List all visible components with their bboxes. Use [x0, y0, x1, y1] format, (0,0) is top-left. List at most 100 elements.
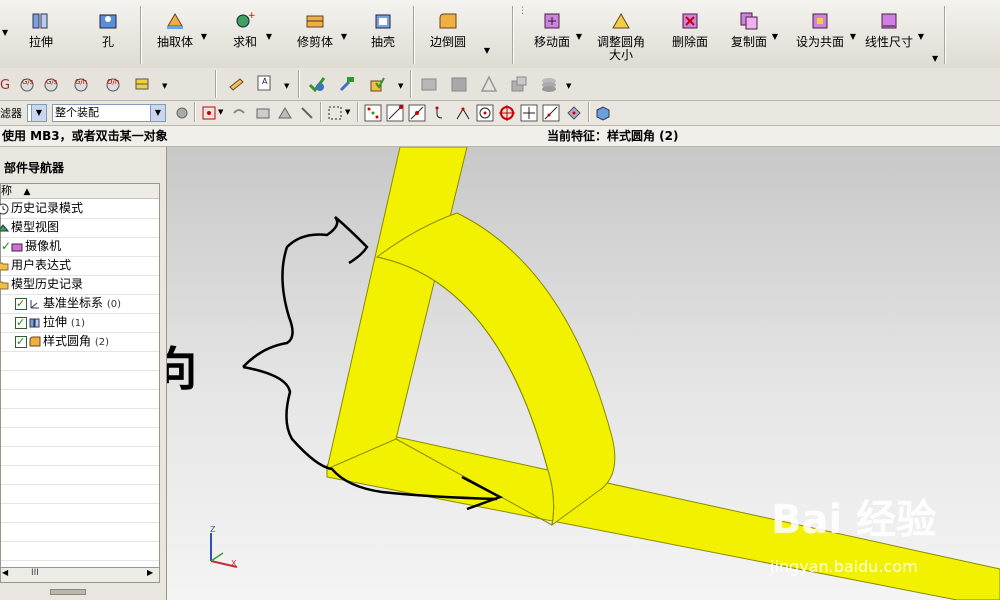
resize-handle[interactable] [50, 589, 86, 595]
visibility-checkbox[interactable] [15, 313, 27, 332]
svg-text:A: A [262, 77, 268, 86]
dropdown-arrow-icon[interactable]: ▼ [576, 32, 582, 41]
dropdown-arrow-icon[interactable]: ▼ [284, 82, 289, 90]
selection-box-icon[interactable] [326, 104, 344, 122]
select-body-icon[interactable] [254, 104, 272, 122]
snap-arc-center-icon[interactable] [476, 104, 494, 122]
dropdown-arrow-icon[interactable]: ▼ [201, 32, 207, 41]
watermark-url: jingyan.baidu.com [770, 557, 918, 576]
delete-face-button[interactable]: 删除面 [671, 6, 709, 64]
undo-selection-icon[interactable] [230, 104, 248, 122]
analysis-icon[interactable] [134, 75, 152, 93]
dropdown-arrow-icon[interactable]: ▼ [341, 32, 347, 41]
snap-point-on-face-icon[interactable] [565, 104, 583, 122]
scroll-right-icon[interactable]: ▶ [147, 568, 153, 577]
dropdown-arrow-icon[interactable]: ▼ [918, 32, 924, 41]
visibility-checkbox[interactable] [15, 332, 27, 351]
chevron-down-icon[interactable]: ▼ [2, 28, 8, 37]
datum-icon[interactable]: G [0, 75, 18, 93]
dropdown-arrow-icon[interactable]: ▼ [484, 46, 490, 55]
graphics-viewport[interactable]: 已经反向 Z X Bai 经验 jingyan.baidu.com [167, 147, 1000, 600]
dropdown-arrow-icon[interactable]: ▼ [398, 82, 403, 90]
g3-continuity-icon[interactable]: O/h [104, 75, 122, 93]
tree-item-model-history[interactable]: 模型历史记录 [0, 275, 159, 295]
snap-midpoint-icon[interactable] [408, 104, 426, 122]
selection-scope-dropdown[interactable]: 整个装配 ▼ [52, 104, 166, 122]
select-face-icon[interactable] [276, 104, 294, 122]
svg-text:G/s: G/s [46, 78, 58, 86]
column-header[interactable]: 称 ▲ [1, 184, 159, 199]
axis-x-label: X [231, 559, 237, 568]
svg-text:G/h: G/h [75, 78, 87, 86]
visibility-checkbox[interactable] [15, 294, 27, 313]
scroll-left-icon[interactable]: ◀ [2, 568, 8, 577]
g0-continuity-icon[interactable]: G/s [18, 75, 36, 93]
tree-item-history-mode[interactable]: 历史记录模式 [0, 199, 159, 219]
triangle-mesh-icon [480, 75, 498, 92]
check-body-icon[interactable] [368, 75, 386, 93]
ribbon-overflow-icon[interactable]: ▼ [932, 54, 938, 63]
dropdown-arrow-icon[interactable]: ▼ [772, 32, 778, 41]
facet-body-icon [511, 76, 527, 92]
dropdown-arrow-icon[interactable]: ▼ [266, 32, 272, 41]
tree-item-user-expressions[interactable]: 用户表达式 [0, 256, 159, 276]
move-face-button[interactable]: 移动面 ▼ [532, 6, 582, 64]
extrude-button[interactable]: 拉伸 [22, 6, 60, 64]
snap-quadrant-icon[interactable] [498, 104, 516, 122]
tree-item-extrude[interactable]: 拉伸 (1) [1, 313, 159, 333]
document-text-icon[interactable]: A [255, 73, 273, 91]
select-edge-icon[interactable] [298, 104, 316, 122]
extract-body-button[interactable]: 抽取体 ▼ [153, 6, 207, 64]
tree-item-styled-blend[interactable]: 样式圆角 (2) [1, 332, 159, 352]
navigator-tree[interactable]: 称 ▲ 历史记录模式 模型视图 ✓摄像机 用户表达式 模型历史记录 基准坐标系 … [0, 183, 160, 583]
snap-point-on-curve-icon[interactable] [542, 104, 560, 122]
tree-item-cameras[interactable]: ✓ 摄像机 [1, 237, 159, 257]
sheet-metal-icon [421, 78, 437, 91]
make-coplanar-button[interactable]: 设为共面 ▼ [794, 6, 856, 64]
current-feature-text: 当前特征：样式圆角 (2) [547, 129, 679, 143]
select-feature-icon[interactable] [200, 104, 218, 122]
unite-button[interactable]: + 求和 ▼ [228, 6, 272, 64]
scroll-thumb[interactable]: III [31, 568, 39, 578]
dropdown-arrow-icon[interactable]: ▼ [218, 108, 223, 116]
snap-control-point-icon[interactable] [432, 104, 450, 122]
g2-continuity-icon[interactable]: G/h [72, 75, 90, 93]
dropdown-arrow-icon[interactable]: ▼ [850, 32, 856, 41]
snap-points-icon[interactable] [364, 104, 382, 122]
pencil-edit-icon[interactable] [228, 75, 246, 93]
tree-item-datum-csys[interactable]: 基准坐标系 (0) [1, 294, 159, 314]
shell-button[interactable]: 抽壳 [366, 6, 400, 64]
datum-csys-icon [30, 299, 39, 308]
hole-button[interactable]: 孔 [90, 6, 126, 64]
sort-ascending-icon[interactable]: ▲ [24, 187, 31, 197]
checkmark-icon: ✓ [1, 239, 12, 253]
unite-icon: + [236, 11, 256, 28]
dropdown-arrow-icon[interactable]: ▼ [162, 82, 167, 90]
styled-blend-icon [29, 336, 41, 346]
dropdown-arrow-icon[interactable]: ▼ [345, 108, 350, 116]
check-geometry-icon[interactable] [308, 75, 326, 93]
tree-item-model-views[interactable]: 模型视图 [0, 218, 159, 238]
linear-dimension-icon [881, 13, 897, 29]
snap-intersection-icon[interactable] [454, 104, 472, 122]
linear-dimension-button[interactable]: 线性尺寸 ▼ [864, 6, 924, 64]
layered-body-icon [542, 78, 556, 92]
axis-z-label: Z [210, 525, 216, 534]
snap-existing-point-icon[interactable] [520, 104, 538, 122]
filter-settings-icon[interactable] [173, 104, 191, 122]
snap-endpoint-icon[interactable] [386, 104, 404, 122]
type-filter-dropdown[interactable]: ▼ [27, 104, 47, 122]
folder-icon [0, 262, 9, 270]
copy-face-button[interactable]: 复制面 ▼ [730, 6, 778, 64]
hammer-repair-icon[interactable] [338, 75, 356, 93]
edge-blend-icon [439, 13, 457, 29]
arrow-to-bottom-icon [242, 365, 498, 501]
edge-blend-button[interactable]: 边倒圆 ▼ [426, 6, 490, 64]
view-cube-icon[interactable] [594, 104, 612, 122]
resize-blend-button[interactable]: 调整圆角大小 [597, 6, 645, 64]
prompt-text: 使用 MB3，或者双击某一对象 [2, 129, 168, 143]
dropdown-arrow-icon[interactable]: ▼ [566, 82, 571, 90]
trim-body-button[interactable]: 修剪体 ▼ [293, 6, 347, 64]
g1-continuity-icon[interactable]: G/s [42, 75, 60, 93]
horizontal-scrollbar[interactable]: ◀ III ▶ [0, 567, 160, 583]
